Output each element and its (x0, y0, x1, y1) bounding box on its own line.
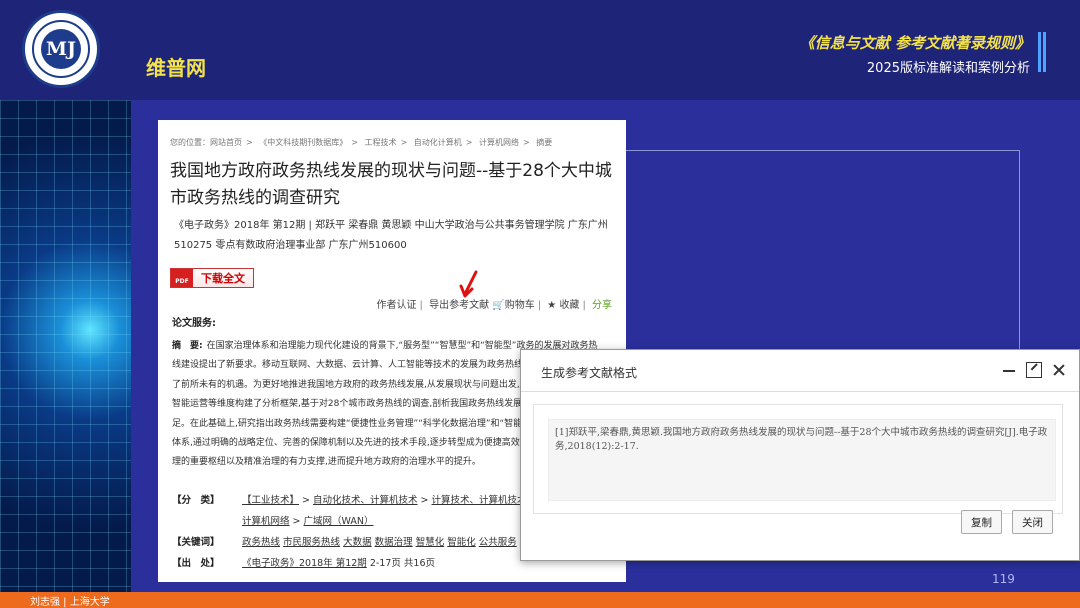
deck-title: 《信息与文献 参考文献著录规则》 2025版标准解读和案例分析 (800, 32, 1030, 76)
dialog-title: 生成参考文献格式 (541, 366, 638, 380)
author-cert-link[interactable]: 作者认证 (377, 300, 417, 311)
minimize-icon[interactable] (1001, 362, 1017, 378)
copy-button[interactable]: 复制 (961, 510, 1002, 534)
dialog-header: 生成参考文献格式 (521, 350, 1079, 392)
keyword-link[interactable]: 政务热线 (242, 537, 280, 548)
university-logo: MJ (22, 10, 100, 88)
article-meta-line2: 510275 零点有数政府治理事业部 广东广州510600 (174, 240, 407, 251)
dialog-buttons: 复制 关闭 (961, 510, 1053, 534)
keyword-link[interactable]: 数据治理 (375, 537, 413, 548)
breadcrumb-network[interactable]: 计算机网络 (479, 138, 519, 147)
deck-title-line1: 《信息与文献 参考文献著录规则》 (799, 34, 1030, 52)
star-icon: ★ (547, 300, 557, 311)
favorite-link[interactable]: 收藏 (559, 300, 579, 311)
breadcrumb-automation[interactable]: 自动化计算机 (414, 138, 462, 147)
logo-mark: MJ (41, 29, 81, 69)
page-number: 119 (992, 572, 1015, 586)
class-link-computing[interactable]: 计算技术、计算机技术 (432, 495, 527, 506)
close-button[interactable]: 关闭 (1012, 510, 1053, 534)
export-reference-link[interactable]: 导出参考文献 (429, 300, 489, 311)
pdf-icon: PDF (171, 269, 193, 287)
download-full-text-button[interactable]: PDF 下载全文 (170, 268, 254, 288)
slide-footer: 刘志强 | 上海大学 (0, 592, 1080, 608)
class-link-network[interactable]: 计算机网络 (242, 516, 290, 527)
keyword-link[interactable]: 智慧化 (416, 537, 445, 548)
source-label: 【出 处】 (172, 558, 220, 569)
tech-background-image (0, 100, 131, 592)
citation-dialog: 生成参考文献格式 [1]郑跃平,梁春鼎,黄思颖.我国地方政府政务热线发展的现状与… (520, 349, 1080, 561)
paper-service-title: 论文服务: (172, 318, 216, 329)
slide-header: MJ 维普网 《信息与文献 参考文献著录规则》 2025版标准解读和案例分析 (0, 0, 1080, 100)
breadcrumb-database[interactable]: 《中文科技期刊数据库》 (259, 138, 347, 147)
site-title: 维普网 (146, 56, 206, 80)
keyword-link[interactable]: 公共服务 (479, 537, 517, 548)
keyword-link[interactable]: 智能化 (447, 537, 476, 548)
citation-textarea[interactable]: [1]郑跃平,梁春鼎,黄思颖.我国地方政府政务热线发展的现状与问题--基于28个… (548, 419, 1056, 501)
article-title: 我国地方政府政务热线发展的现状与问题--基于28个大中城市政务热线的调查研究 (170, 161, 612, 208)
classification-label: 【分 类】 (172, 495, 220, 506)
class-link-automation[interactable]: 自动化技术、计算机技术 (313, 495, 418, 506)
breadcrumb-abstract: 摘要 (536, 138, 553, 147)
breadcrumb: 您的位置：网站首页 > 《中文科技期刊数据库》 > 工程技术 > 自动化计算机 > 计算… (170, 138, 553, 147)
download-label: 下载全文 (201, 272, 245, 285)
cart-icon: 🛒 (492, 300, 505, 311)
maximize-icon[interactable] (1026, 362, 1042, 378)
title-accent-bars (1038, 32, 1046, 72)
abstract-label: 摘 要: (172, 341, 203, 351)
breadcrumb-engineering[interactable]: 工程技术 (365, 138, 397, 147)
cart-link[interactable]: 购物车 (505, 300, 535, 311)
source-journal-link[interactable]: 《电子政务》2018年 第12期 (242, 558, 367, 569)
keyword-link[interactable]: 市民服务热线 (283, 537, 340, 548)
source-pages: 2-17页 共16页 (369, 558, 435, 569)
class-link-industry[interactable]: 【工业技术】 (242, 495, 299, 506)
class-link-wan[interactable]: 广域网（WAN） (304, 516, 374, 527)
dialog-body: [1]郑跃平,梁春鼎,黄思颖.我国地方政府政务热线发展的现状与问题--基于28个… (533, 404, 1063, 514)
close-icon[interactable] (1051, 362, 1067, 378)
keyword-link[interactable]: 大数据 (343, 537, 372, 548)
breadcrumb-home[interactable]: 您的位置：网站首页 (170, 138, 242, 147)
article-actions: 作者认证 | 导出参考文献 🛒购物车 | ★ 收藏 | 分享 (376, 300, 612, 311)
footer-author: 刘志强 | 上海大学 (30, 597, 110, 608)
article-meta: 《电子政务》2018年 第12期 | 郑跃平 梁春鼎 黄思颖 中山大学政治与公共… (174, 216, 614, 256)
dialog-controls (1001, 362, 1067, 378)
deck-title-line2: 2025版标准解读和案例分析 (866, 61, 1030, 76)
article-meta-line1: 《电子政务》2018年 第12期 | 郑跃平 梁春鼎 黄思颖 中山大学政治与公共… (174, 220, 608, 231)
keywords-label: 【关键词】 (172, 537, 220, 548)
share-link[interactable]: 分享 (592, 300, 612, 311)
